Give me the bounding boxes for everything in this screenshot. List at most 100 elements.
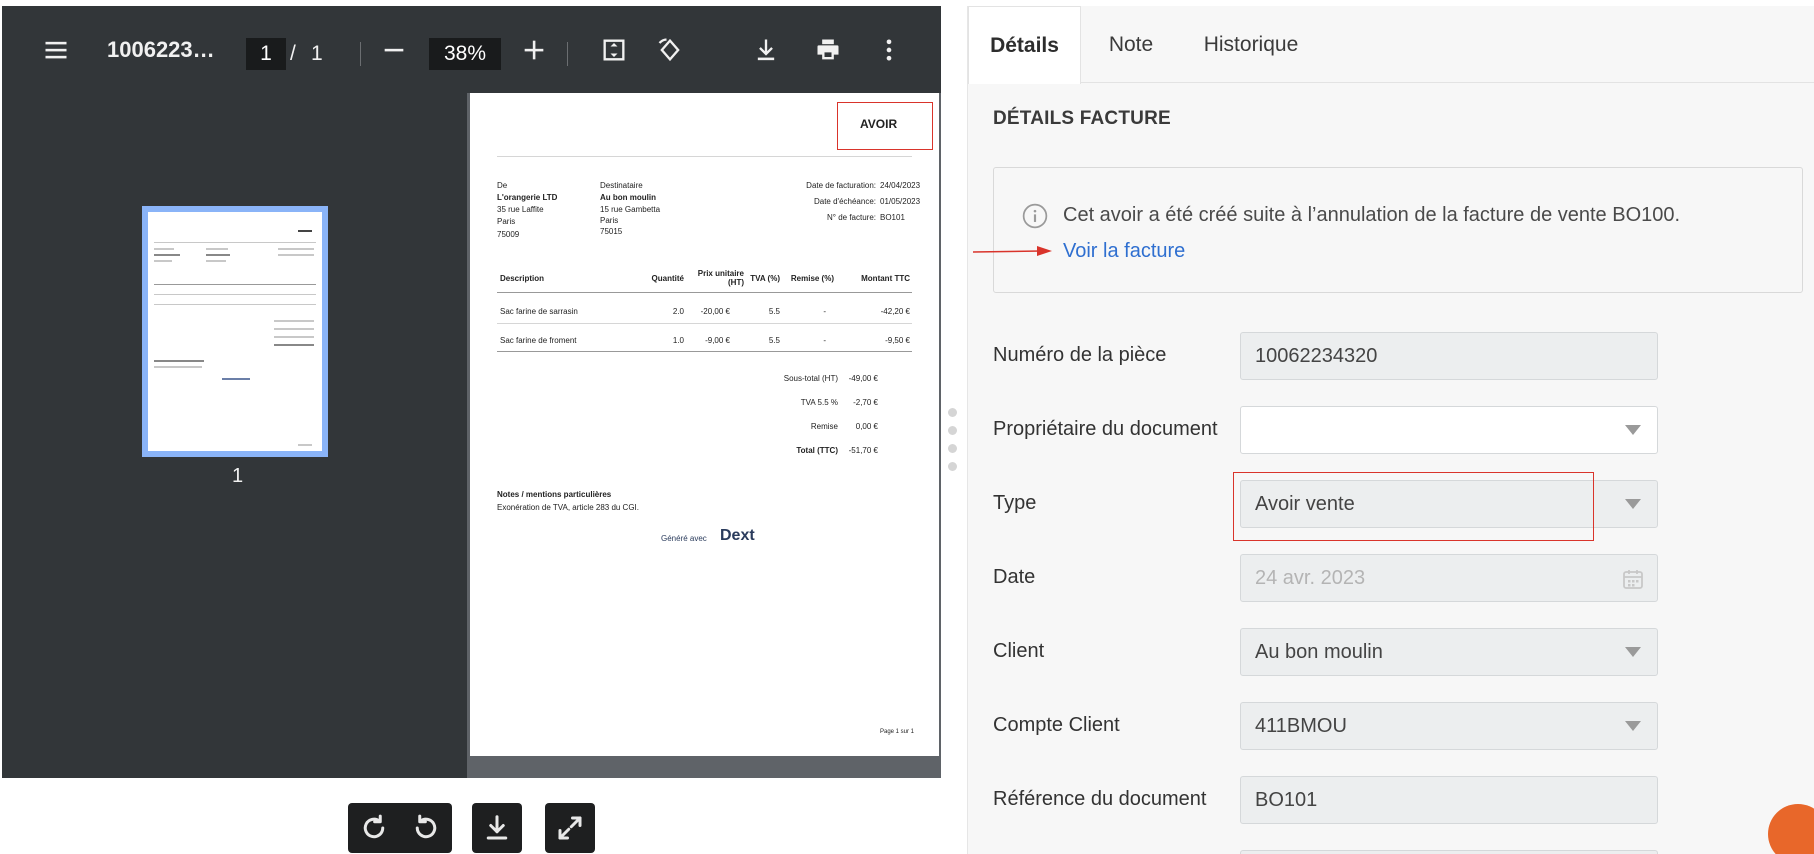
thumbnail-panel: 1	[2, 93, 467, 778]
to-street: 15 rue Gambetta	[600, 205, 661, 214]
table-cell: -20,00 €	[700, 307, 730, 316]
annotation-arrow-icon	[973, 246, 1052, 256]
field-label: Date	[993, 566, 1036, 588]
download-icon[interactable]	[477, 808, 517, 848]
table-cell: -42,20 €	[880, 307, 910, 316]
calendar-icon[interactable]	[1621, 567, 1645, 591]
meta-value: 24/04/2023	[880, 181, 921, 190]
table-cell: 2.0	[672, 307, 684, 316]
notes-title: Notes / mentions particulières	[497, 490, 612, 499]
thumbnail-page-number: 1	[231, 465, 244, 487]
from-label: De	[497, 181, 508, 190]
total-value: -51,70 €	[848, 446, 878, 455]
invoice-title: AVOIR	[860, 117, 898, 131]
to-label: Destinataire	[600, 181, 643, 190]
tab-details[interactable]: Détails	[968, 6, 1081, 84]
info-message: Cet avoir a été créé suite à l’annulatio…	[1063, 204, 1681, 226]
fullscreen-control	[545, 803, 595, 853]
generated-with: Généré avec	[661, 534, 707, 543]
document-number-field[interactable]: 10062234320	[1240, 332, 1658, 380]
next-field-partial[interactable]	[1240, 850, 1658, 854]
pdf-toolbar: 1006223… 1 / 1 38%	[2, 6, 941, 93]
divider	[497, 292, 912, 293]
chevron-down-icon	[1625, 647, 1641, 657]
table-cell: -	[823, 307, 826, 316]
client-select[interactable]: Au bon moulin	[1240, 628, 1658, 676]
column-header: Description	[500, 274, 545, 283]
meta-value: 01/05/2023	[880, 197, 921, 206]
print-icon[interactable]	[806, 28, 850, 72]
file-name: 1006223…	[107, 37, 215, 62]
fit-page-icon[interactable]	[592, 28, 636, 72]
table-cell: 5.5	[768, 336, 780, 345]
total-label: Remise	[810, 422, 838, 431]
date-field[interactable]: 24 avr. 2023	[1240, 554, 1658, 602]
type-highlight-box	[1233, 472, 1594, 541]
tab-note[interactable]: Note	[1081, 6, 1181, 84]
meta-label: N° de facture:	[827, 213, 876, 222]
zoom-level-input[interactable]: 38%	[429, 38, 501, 70]
page-separator: /	[290, 42, 296, 65]
field-label: Numéro de la pièce	[993, 344, 1167, 366]
client-account-select[interactable]: 411BMOU	[1240, 702, 1658, 750]
dext-logo: Dext	[720, 527, 755, 544]
app-root: 1006223… 1 / 1 38% 1 AVOIR De L'orangeri…	[0, 0, 1814, 854]
table-cell: -	[823, 336, 826, 345]
view-invoice-link[interactable]: Voir la facture	[1063, 240, 1185, 263]
expand-icon[interactable]	[550, 808, 590, 848]
total-value: -2,70 €	[853, 398, 878, 407]
meta-label: Date d'échéance:	[813, 197, 876, 206]
rotate-clockwise-icon[interactable]	[354, 808, 394, 848]
from-name: L'orangerie LTD	[497, 193, 558, 202]
menu-icon[interactable]	[34, 28, 78, 72]
table-cell: 1.0	[672, 336, 684, 345]
help-chat-button[interactable]	[1768, 804, 1814, 854]
rotate-icon[interactable]	[648, 28, 692, 72]
download-icon[interactable]	[744, 28, 788, 72]
toolbar-divider	[360, 42, 361, 66]
field-label: Compte Client	[993, 714, 1120, 736]
field-label: Référence du document	[993, 788, 1207, 810]
document-reference-field[interactable]: BO101	[1240, 776, 1658, 824]
rotate-counterclockwise-icon[interactable]	[406, 808, 446, 848]
table-cell: -9,50 €	[885, 336, 910, 345]
page-thumbnail[interactable]	[142, 206, 328, 457]
thumbnail-preview	[148, 212, 322, 451]
table-cell: -9,00 €	[705, 336, 730, 345]
tab-history[interactable]: Historique	[1181, 6, 1321, 84]
tab-bar: Détails Note Historique	[968, 6, 1814, 84]
page-number-input[interactable]: 1	[246, 38, 286, 70]
zoom-in-icon[interactable]	[512, 28, 556, 72]
meta-value: BO101	[880, 213, 905, 222]
total-value: 0,00 €	[855, 422, 878, 431]
from-zip: 75009	[497, 230, 520, 239]
section-title: DÉTAILS FACTURE	[993, 108, 1171, 129]
column-header: TVA (%)	[750, 274, 780, 283]
total-label: Total (TTC)	[796, 446, 838, 455]
info-icon	[1022, 203, 1048, 229]
select-value: 411BMOU	[1255, 714, 1347, 737]
to-city: Paris	[600, 216, 619, 225]
zoom-out-icon[interactable]	[372, 28, 416, 72]
panel-resize-handle[interactable]	[948, 408, 958, 480]
download-control	[472, 803, 522, 853]
more-options-icon[interactable]	[867, 28, 911, 72]
info-banner: Cet avoir a été créé suite à l’annulatio…	[993, 167, 1803, 293]
column-header: Remise (%)	[790, 274, 834, 283]
total-label: Sous-total (HT)	[783, 374, 838, 383]
from-street: 35 rue Laffite	[497, 205, 544, 214]
field-label: Client	[993, 640, 1045, 662]
document-owner-select[interactable]	[1240, 406, 1658, 454]
field-label: Type	[993, 492, 1037, 514]
details-panel: Détails Note Historique DÉTAILS FACTURE …	[967, 6, 1814, 854]
page-footer: Page 1 sur 1	[880, 729, 915, 735]
divider	[497, 323, 912, 324]
toolbar-divider	[567, 42, 568, 66]
page-total: 1	[311, 42, 323, 65]
column-header: Montant TTC	[861, 274, 910, 283]
notes-text: Exonération de TVA, article 283 du CGI.	[497, 503, 640, 512]
divider	[497, 351, 912, 352]
to-name: Au bon moulin	[600, 193, 656, 202]
pdf-page: AVOIR De L'orangerie LTD 35 rue Laffite …	[470, 93, 939, 756]
chevron-down-icon	[1625, 499, 1641, 509]
